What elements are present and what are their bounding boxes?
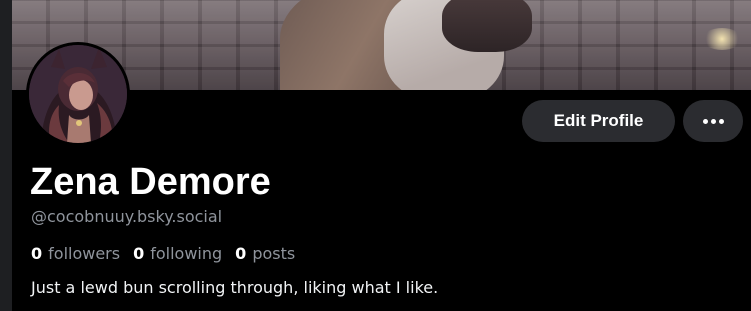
more-options-button[interactable] (683, 100, 743, 142)
stat-label: posts (252, 244, 296, 263)
stat-label: following (150, 244, 223, 263)
stat-count: 0 (133, 244, 145, 263)
profile-page: Edit Profile Zena Demore @cocobnuuy.bsky… (0, 0, 751, 311)
avatar-image (29, 45, 127, 143)
posts-stat: 0 posts (235, 244, 295, 264)
profile-handle: @cocobnuuy.bsky.social (31, 207, 223, 226)
display-name: Zena Demore (30, 161, 271, 203)
profile-bio: Just a lewd bun scrolling through, likin… (31, 278, 439, 297)
stat-count: 0 (235, 244, 247, 263)
edit-profile-button[interactable]: Edit Profile (522, 100, 675, 142)
avatar[interactable] (26, 42, 130, 146)
stat-label: followers (48, 244, 121, 263)
following-stat[interactable]: 0 following (133, 244, 222, 264)
followers-stat[interactable]: 0 followers (31, 244, 120, 264)
profile-stats: 0 followers 0 following 0 posts (31, 244, 308, 264)
ellipsis-icon (701, 118, 725, 124)
banner-figure-sleeve (442, 0, 532, 52)
stat-count: 0 (31, 244, 43, 263)
banner-light (702, 28, 742, 50)
left-sidebar-edge (0, 0, 12, 311)
